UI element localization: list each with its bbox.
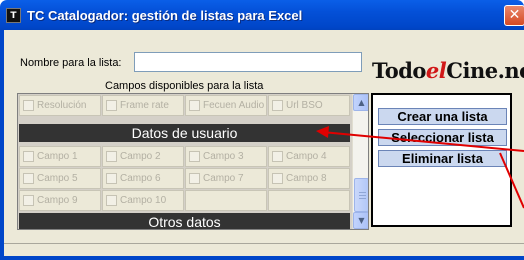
field-checkbox-campo-10[interactable]: Campo 10 [102, 190, 184, 211]
field-label: Campo 1 [37, 151, 78, 162]
field-checkbox-fecuen-audio[interactable]: Fecuen Audio [185, 95, 267, 116]
window-title: TC Catalogador: gestión de listas para E… [27, 8, 303, 23]
field-label: Campo 6 [120, 173, 161, 184]
field-row-user-3: Campo 9 Campo 10 [19, 190, 351, 211]
checkbox-box[interactable] [106, 195, 117, 206]
checkbox-box[interactable] [23, 100, 34, 111]
field-checkbox-campo-8[interactable]: Campo 8 [268, 168, 350, 189]
checkbox-box[interactable] [272, 151, 283, 162]
field-cell-empty [268, 190, 350, 211]
field-checkbox-campo-3[interactable]: Campo 3 [185, 146, 267, 167]
field-checkbox-resolucion[interactable]: Resolución [19, 95, 101, 116]
field-label: Campo 2 [120, 151, 161, 162]
nombre-input[interactable] [134, 52, 362, 72]
field-checkbox-campo-6[interactable]: Campo 6 [102, 168, 184, 189]
checkbox-box[interactable] [23, 151, 34, 162]
checkbox-box[interactable] [23, 195, 34, 206]
title-bar[interactable]: T TC Catalogador: gestión de listas para… [0, 0, 524, 30]
section-datos-usuario: Datos de usuario [19, 124, 350, 142]
scroll-up-icon[interactable]: ▲ [353, 94, 368, 111]
checkbox-box[interactable] [272, 173, 283, 184]
field-label: Campo 4 [286, 151, 327, 162]
close-button[interactable]: ✕ [504, 5, 524, 26]
field-label: Campo 10 [120, 195, 167, 206]
crear-lista-button[interactable]: Crear una lista [378, 108, 507, 125]
scroll-thumb[interactable] [354, 178, 368, 212]
field-checkbox-campo-7[interactable]: Campo 7 [185, 168, 267, 189]
eliminar-lista-button[interactable]: Eliminar lista [378, 150, 507, 167]
checkbox-box[interactable] [189, 173, 200, 184]
field-row-top: Resolución Frame rate Fecuen Audio Url B… [19, 95, 351, 116]
field-cell-empty [185, 190, 267, 211]
logo-part-cine: Cine.net [446, 58, 524, 83]
field-label: Campo 5 [37, 173, 78, 184]
nombre-label: Nombre para la lista: [20, 57, 122, 69]
logo-part-todo: Todo [372, 58, 426, 83]
seleccionar-lista-button[interactable]: Seleccionar lista [378, 129, 507, 146]
field-label: Resolución [37, 100, 87, 111]
fields-grid: Resolución Frame rate Fecuen Audio Url B… [18, 94, 351, 229]
checkbox-box[interactable] [272, 100, 283, 111]
field-checkbox-url-bso[interactable]: Url BSO [268, 95, 350, 116]
checkbox-box[interactable] [106, 173, 117, 184]
actions-panel: Crear una lista Seleccionar lista Elimin… [371, 93, 512, 227]
field-checkbox-campo-1[interactable]: Campo 1 [19, 146, 101, 167]
grip-line [359, 198, 366, 199]
field-row-user-1: Campo 1 Campo 2 Campo 3 Campo 4 [19, 146, 351, 167]
field-checkbox-campo-4[interactable]: Campo 4 [268, 146, 350, 167]
checkbox-box[interactable] [106, 151, 117, 162]
field-label: Campo 8 [286, 173, 327, 184]
field-label: Campo 3 [203, 151, 244, 162]
field-checkbox-frame-rate[interactable]: Frame rate [102, 95, 184, 116]
vertical-scrollbar[interactable]: ▲ ▼ [352, 94, 368, 229]
fields-list[interactable]: Resolución Frame rate Fecuen Audio Url B… [17, 93, 369, 230]
field-row-user-2: Campo 5 Campo 6 Campo 7 Campo 8 [19, 168, 351, 189]
grip-line [359, 192, 366, 193]
grip-line [359, 195, 366, 196]
field-label: Campo 7 [203, 173, 244, 184]
checkbox-box[interactable] [189, 151, 200, 162]
field-checkbox-campo-5[interactable]: Campo 5 [19, 168, 101, 189]
field-label: Url BSO [286, 100, 323, 111]
checkbox-box[interactable] [189, 100, 200, 111]
field-label: Campo 9 [37, 195, 78, 206]
section-otros-datos: Otros datos [19, 213, 350, 229]
checkbox-box[interactable] [23, 173, 34, 184]
campos-label: Campos disponibles para la lista [105, 80, 264, 92]
app-window: T TC Catalogador: gestión de listas para… [0, 0, 524, 260]
field-checkbox-campo-9[interactable]: Campo 9 [19, 190, 101, 211]
scroll-down-icon[interactable]: ▼ [353, 212, 368, 229]
logo-part-el: el [425, 58, 447, 83]
field-label: Fecuen Audio [203, 100, 265, 111]
bottom-divider [4, 243, 524, 244]
checkbox-box[interactable] [106, 100, 117, 111]
todoelcine-logo: TodoelCine.net [372, 58, 524, 83]
field-checkbox-campo-2[interactable]: Campo 2 [102, 146, 184, 167]
field-label: Frame rate [120, 100, 169, 111]
app-icon[interactable]: T [6, 8, 21, 23]
